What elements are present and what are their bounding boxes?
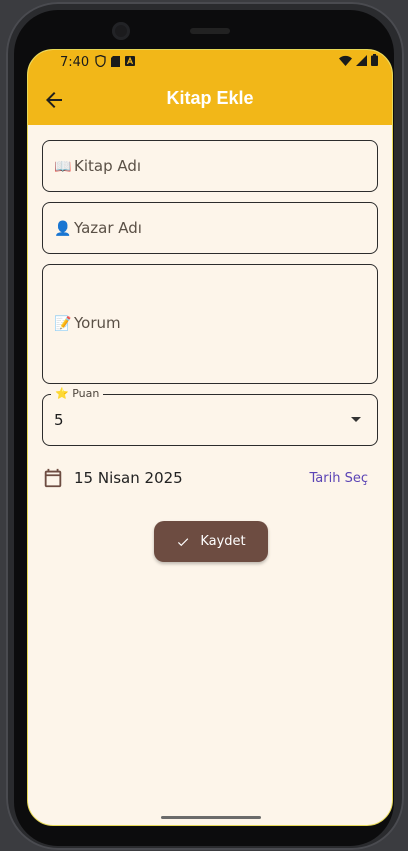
book-icon: 📖 xyxy=(54,159,72,175)
sim-card-icon xyxy=(111,55,121,69)
app-bar: 7:40 Kitap Ekle xyxy=(28,50,392,125)
app-screen: 7:40 Kitap Ekle 📖 Kitap Adı 👤 Yazar Adı … xyxy=(27,49,393,826)
status-time: 7:40 xyxy=(60,54,90,70)
device-frame: 7:40 Kitap Ekle 📖 Kitap Adı 👤 Yazar Adı … xyxy=(0,0,408,851)
home-indicator[interactable] xyxy=(161,816,261,819)
book-name-label: Kitap Adı xyxy=(74,157,142,175)
status-bar: 7:40 xyxy=(28,50,392,74)
book-name-field[interactable]: 📖 Kitap Adı xyxy=(42,140,378,192)
rating-select[interactable]: ⭐ Puan 5 xyxy=(42,387,378,446)
save-button-label: Kaydet xyxy=(200,534,246,549)
check-icon xyxy=(178,537,189,546)
status-right-icons xyxy=(339,54,378,70)
shield-icon xyxy=(95,54,106,69)
comment-placeholder: 📝 Yorum xyxy=(54,314,121,332)
comment-label: Yorum xyxy=(74,314,121,332)
date-row: 15 Nisan 2025 Tarih Seç xyxy=(42,466,378,490)
dropdown-arrow-icon xyxy=(351,417,361,422)
front-camera-icon xyxy=(112,22,130,40)
wifi-icon xyxy=(339,55,352,70)
rating-floating-label: ⭐ Puan xyxy=(51,387,104,400)
rating-value: 5 xyxy=(54,411,64,429)
page-title: Kitap Ekle xyxy=(166,88,254,108)
a-badge-icon xyxy=(125,56,136,68)
pick-date-button[interactable]: Tarih Seç xyxy=(310,471,368,486)
rating-label: Puan xyxy=(72,387,100,400)
signal-icon xyxy=(356,54,367,70)
memo-icon: 📝 xyxy=(54,316,72,332)
person-icon: 👤 xyxy=(54,221,72,237)
calendar-icon xyxy=(44,468,62,488)
star-icon: ⭐ xyxy=(55,387,69,400)
author-name-placeholder: 👤 Yazar Adı xyxy=(54,219,142,237)
author-name-label: Yazar Adı xyxy=(74,219,142,237)
comment-field[interactable]: 📝 Yorum xyxy=(42,264,378,384)
selected-date: 15 Nisan 2025 xyxy=(74,469,183,487)
book-name-placeholder: 📖 Kitap Adı xyxy=(54,157,141,175)
save-button[interactable]: Kaydet xyxy=(154,521,268,562)
author-name-field[interactable]: 👤 Yazar Adı xyxy=(42,202,378,254)
earpiece-speaker xyxy=(190,28,230,34)
battery-icon xyxy=(371,54,378,70)
